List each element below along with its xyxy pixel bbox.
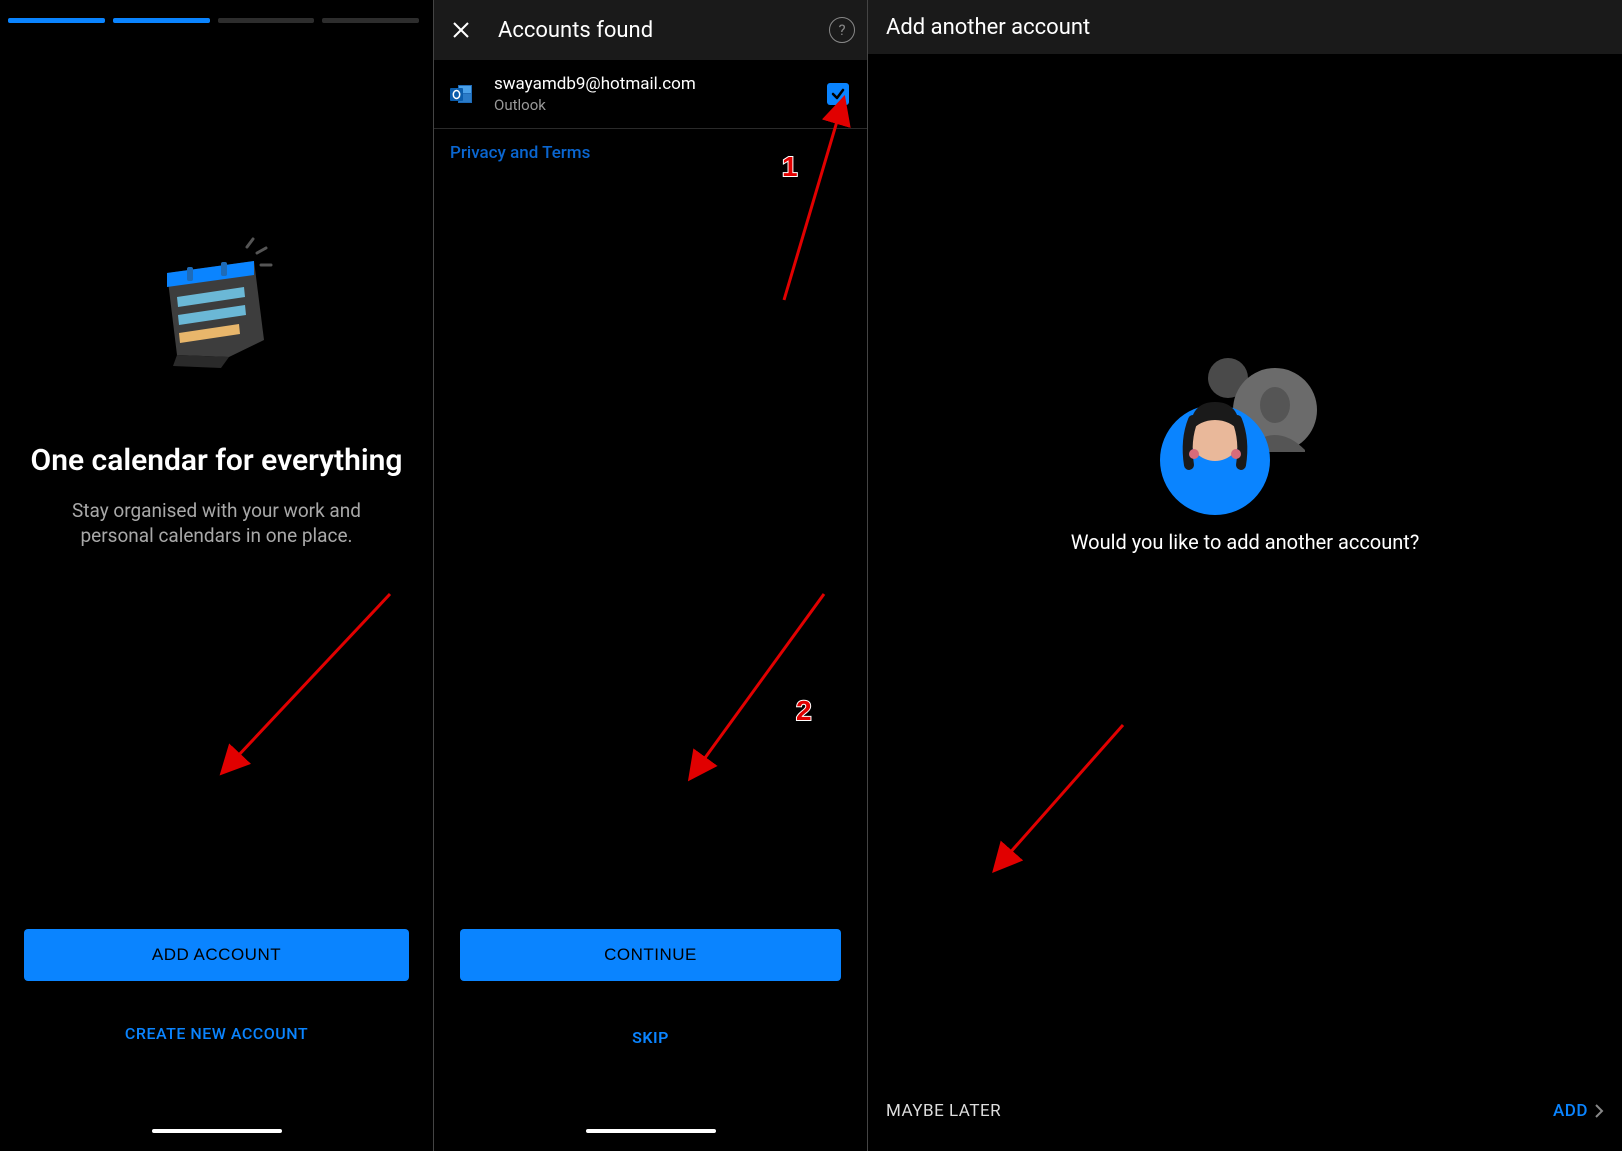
- add-another-header: Add another account: [868, 0, 1622, 54]
- account-provider: Outlook: [494, 96, 827, 114]
- continue-button[interactable]: CONTINUE: [460, 929, 841, 981]
- onboarding-headline: One calendar for everything: [11, 443, 423, 479]
- progress-indicator: [0, 0, 433, 23]
- progress-seg: [322, 18, 419, 23]
- account-checkbox[interactable]: [827, 83, 849, 105]
- calendar-illustration-icon: [147, 233, 287, 373]
- add-another-question: Would you like to add another account?: [868, 530, 1622, 554]
- add-another-title: Add another account: [886, 15, 1090, 40]
- add-button[interactable]: ADD: [1553, 1101, 1604, 1121]
- add-account-button[interactable]: ADD ACCOUNT: [24, 929, 409, 981]
- add-another-screen: Add another account Would you like to ad…: [868, 0, 1622, 1151]
- accounts-title: Accounts found: [498, 18, 829, 43]
- onboarding-screen: One calendar for everything Stay organis…: [0, 0, 434, 1151]
- account-row[interactable]: swayamdb9@hotmail.com Outlook: [434, 60, 867, 129]
- progress-seg: [218, 18, 315, 23]
- close-icon[interactable]: [446, 15, 476, 45]
- maybe-later-button[interactable]: MAYBE LATER: [886, 1101, 1001, 1121]
- annotation-arrow: [868, 0, 1622, 1151]
- accounts-found-screen: Accounts found ? swayamdb9@hotmail.com O…: [434, 0, 868, 1151]
- home-indicator[interactable]: [152, 1129, 282, 1133]
- account-email: swayamdb9@hotmail.com: [494, 74, 827, 94]
- annotation-label-2: 2: [796, 695, 812, 726]
- onboarding-subtext: Stay organised with your work and person…: [0, 499, 433, 548]
- progress-seg: [8, 18, 105, 23]
- create-account-button[interactable]: CREATE NEW ACCOUNT: [0, 1024, 433, 1043]
- accounts-header: Accounts found ?: [434, 0, 867, 60]
- home-indicator[interactable]: [586, 1129, 716, 1133]
- chevron-right-icon: [1594, 1103, 1604, 1119]
- add-button-label: ADD: [1553, 1101, 1588, 1121]
- outlook-icon: [450, 83, 474, 105]
- progress-seg: [113, 18, 210, 23]
- privacy-terms-link[interactable]: Privacy and Terms: [434, 129, 867, 177]
- skip-button[interactable]: SKIP: [434, 1028, 867, 1047]
- avatars-illustration-icon: [1160, 350, 1330, 520]
- help-icon[interactable]: ?: [829, 17, 855, 43]
